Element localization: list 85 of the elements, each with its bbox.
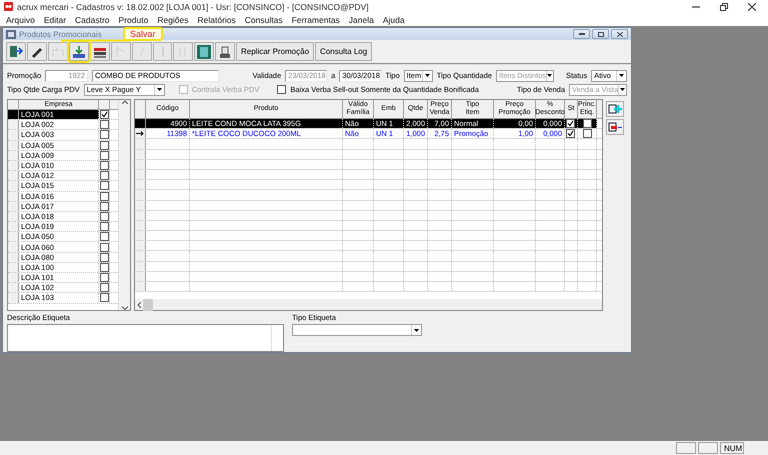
checkbox[interactable] <box>566 119 575 128</box>
checkbox[interactable] <box>100 222 109 232</box>
dropdown-arrow-icon[interactable] <box>618 84 626 94</box>
minimize-icon <box>578 33 584 35</box>
label-description-field[interactable] <box>7 324 284 352</box>
menu-item[interactable]: Editar <box>44 14 66 24</box>
checkbox[interactable] <box>100 232 109 242</box>
maximize-icon <box>598 32 604 36</box>
dropdown-arrow-icon[interactable] <box>546 70 553 80</box>
checkbox[interactable] <box>100 192 109 201</box>
dropdown-arrow-icon[interactable] <box>154 84 164 94</box>
toolbar-button[interactable] <box>90 42 110 61</box>
row-indicator <box>135 190 146 200</box>
status-panel <box>698 442 718 454</box>
remove-row-icon <box>608 121 622 133</box>
dropdown-arrow-icon[interactable] <box>422 70 432 80</box>
checkbox[interactable] <box>100 120 109 130</box>
scrollbar[interactable] <box>135 299 602 310</box>
window-icon <box>6 30 16 38</box>
checkbox[interactable] <box>100 242 109 252</box>
toolbar-button[interactable] <box>6 42 26 61</box>
exit-door-icon <box>8 44 24 60</box>
add-row-button[interactable] <box>606 101 624 117</box>
toolbar-button[interactable]: Consulta Log <box>315 42 372 61</box>
row-indicator <box>135 231 146 240</box>
row-indicator <box>135 241 146 250</box>
row-indicator <box>135 282 146 292</box>
checkbox[interactable] <box>100 273 109 282</box>
checkbox[interactable] <box>100 150 109 160</box>
dropdown-arrow-icon[interactable] <box>411 325 421 335</box>
status-panel <box>676 442 696 454</box>
menu-item[interactable]: Janela <box>348 14 374 24</box>
scroll-up-icon <box>122 100 128 104</box>
checkbox[interactable] <box>566 129 575 138</box>
remove-row-button[interactable] <box>606 119 624 135</box>
checkbox[interactable] <box>100 130 109 140</box>
menu-item[interactable]: Consultas <box>244 14 283 24</box>
menu-item[interactable]: Ferramentas <box>292 14 340 24</box>
checkbox[interactable] <box>100 181 109 190</box>
toolbar-button[interactable] <box>194 42 214 61</box>
checkbox[interactable] <box>100 161 109 170</box>
close-icon[interactable] <box>748 2 756 10</box>
checkbox[interactable] <box>582 129 592 138</box>
checkbox[interactable] <box>100 252 109 262</box>
scrollbar[interactable] <box>118 100 130 310</box>
checkbox[interactable] <box>277 85 286 94</box>
num-lock-indicator: NUM <box>720 442 744 454</box>
toolbar-button[interactable] <box>69 42 89 61</box>
checkbox[interactable] <box>100 140 109 150</box>
menu-item[interactable]: Relatórios <box>198 14 236 24</box>
checkbox[interactable] <box>100 212 109 221</box>
scroll-left-icon <box>137 302 141 308</box>
leader-line <box>61 39 131 43</box>
minimize-button[interactable] <box>573 29 590 39</box>
toolbar-button[interactable] <box>215 42 235 61</box>
app-title: acrux mercari - Cadastros v: 18.02.002 [LOJA 001] - Usr: [CONSINCO] - [CONSINCO@PDV] <box>17 2 369 12</box>
window-title: Produtos Promocionais <box>19 30 102 38</box>
maximize-button[interactable] <box>592 29 609 39</box>
checkbox[interactable] <box>100 202 109 211</box>
checkbox[interactable] <box>100 283 109 292</box>
menu-item[interactable]: Cadastro <box>75 14 110 24</box>
toolbar-button[interactable] <box>27 42 47 61</box>
callout-label: Salvar <box>123 27 163 41</box>
menu-item[interactable]: Arquivo <box>6 14 35 24</box>
checkbox[interactable] <box>582 119 592 128</box>
menu-item[interactable]: Regiões <box>157 14 189 24</box>
checkbox[interactable] <box>100 110 109 120</box>
scroll-thumb[interactable] <box>143 298 153 310</box>
restore-icon[interactable] <box>720 2 728 10</box>
menu-item[interactable]: Produto <box>118 14 148 24</box>
save-icon <box>71 44 87 60</box>
toolbar-button[interactable]: Replicar Promoção <box>236 42 314 61</box>
menu-item[interactable]: Ajuda <box>382 14 405 24</box>
checkbox[interactable] <box>100 293 109 302</box>
dropdown-arrow-icon[interactable] <box>616 70 626 80</box>
checkbox[interactable] <box>100 171 109 180</box>
scroll-down-icon <box>122 306 128 310</box>
current-row-arrow-icon <box>136 131 144 136</box>
checkbox[interactable] <box>100 262 109 272</box>
row-indicator <box>135 180 146 190</box>
add-row-icon <box>608 103 622 115</box>
close-icon <box>616 32 622 36</box>
close-button[interactable] <box>611 29 628 39</box>
printer-icon <box>217 44 233 60</box>
row-indicator <box>135 251 146 261</box>
